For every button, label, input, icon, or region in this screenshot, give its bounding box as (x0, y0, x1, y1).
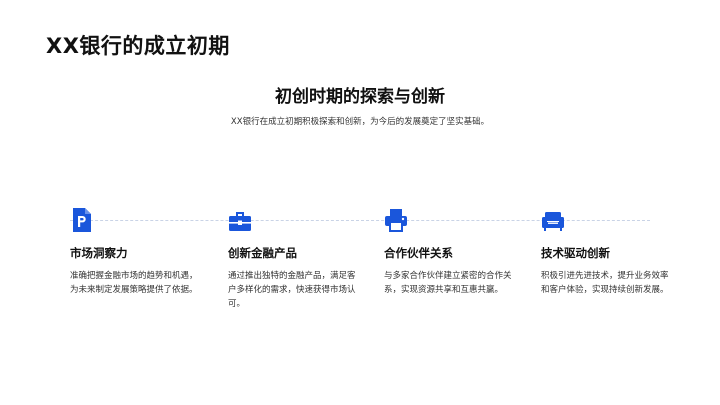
hero-title: 初创时期的探索与创新 (275, 87, 445, 107)
hero-subtitle: XX银行在成立初期积极探索和创新，为今后的发展奠定了坚实基础。 (230, 117, 490, 127)
step-partnerships: 合作伙伴关系 与多家合作伙伴建立紧密的合作关系，实现资源共享和互惠共赢。 (384, 207, 519, 297)
slide-title: XX银行的成立初期 (46, 34, 230, 58)
step-title: 技术驱动创新 (541, 246, 610, 260)
step-innovative-products: 创新金融产品 通过推出独特的金融产品，满足客户多样化的需求，快速获得市场认可。 (228, 207, 363, 311)
step-title: 市场洞察力 (70, 246, 128, 260)
step-description: 与多家合作伙伴建立紧密的合作关系，实现资源共享和互惠共赢。 (384, 271, 512, 295)
step-title: 合作伙伴关系 (384, 246, 453, 260)
step-title: 创新金融产品 (228, 246, 297, 260)
sofa-icon (541, 207, 565, 233)
step-description: 准确把握金融市场的趋势和机遇，为未来制定发展策略提供了依据。 (70, 271, 198, 295)
step-description: 积极引进先进技术，提升业务效率和客户体验，实现持续创新发展。 (541, 271, 669, 295)
step-description: 通过推出独特的金融产品，满足客户多样化的需求，快速获得市场认可。 (228, 271, 356, 309)
step-tech-driven: 技术驱动创新 积极引进先进技术，提升业务效率和客户体验，实现持续创新发展。 (541, 207, 676, 297)
printer-icon (384, 207, 408, 233)
step-market-insight: 市场洞察力 准确把握金融市场的趋势和机遇，为未来制定发展策略提供了依据。 (70, 207, 205, 297)
briefcase-icon (228, 207, 252, 233)
document-p-icon (70, 207, 94, 233)
